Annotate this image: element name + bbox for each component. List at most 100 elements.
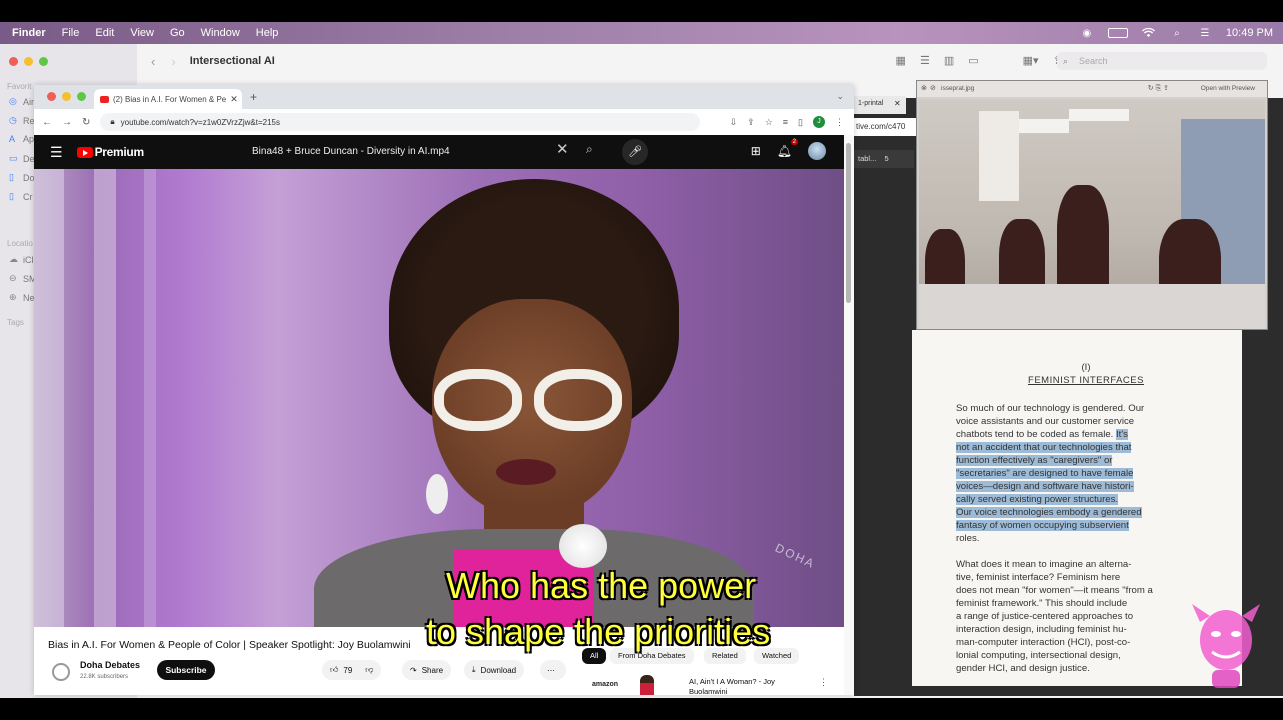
pdf-text-line: fantasy of women occupying subservient bbox=[956, 520, 1129, 531]
pdf-text-line: voice assistants and our customer servic… bbox=[956, 416, 1134, 427]
youtube-premium-logo[interactable]: Premium bbox=[76, 145, 144, 159]
tab-search-chevron-icon[interactable]: ⌄ bbox=[836, 91, 844, 102]
close-tab-icon[interactable]: ✕ bbox=[230, 94, 242, 105]
profile-avatar[interactable]: J bbox=[813, 116, 825, 128]
scrollbar-thumb[interactable] bbox=[846, 143, 851, 303]
forward-chevron-icon[interactable]: › bbox=[171, 54, 175, 69]
sidebar-item-drive[interactable]: ⊖ SM bbox=[9, 273, 37, 284]
minimize-window-button[interactable] bbox=[24, 57, 33, 66]
pdf-highlighted-text[interactable]: function effectively as "caregivers" or bbox=[956, 455, 1113, 466]
video-light-strip bbox=[34, 169, 64, 627]
bookmark-star-icon[interactable]: ☆ bbox=[765, 117, 773, 128]
pdf-highlighted-text[interactable]: fantasy of women occupying subservient bbox=[956, 520, 1129, 531]
sidebar-item-creative-cloud[interactable]: ▯ Cr bbox=[9, 191, 33, 202]
airdrop-icon: ◎ bbox=[9, 96, 17, 106]
like-count: 79 bbox=[343, 665, 353, 675]
pdf-highlighted-text[interactable]: voices—design and software have histori- bbox=[956, 481, 1134, 492]
create-video-icon[interactable]: ⊞ bbox=[751, 144, 761, 158]
download-button[interactable]: ⤓ Download bbox=[464, 660, 525, 680]
sidebar-item-airdrop[interactable]: ◎ Air bbox=[9, 96, 34, 107]
lock-icon[interactable]: 🔒︎ bbox=[110, 117, 114, 127]
thumbs-down-icon[interactable]: 👎︎ bbox=[365, 665, 373, 675]
install-app-icon[interactable]: ⇩ bbox=[730, 117, 738, 128]
sidebar-item-applications[interactable]: A Ap bbox=[9, 134, 34, 144]
pdf-page-number[interactable]: 5 bbox=[884, 154, 888, 163]
sidebar-item-recents[interactable]: ◷ Re bbox=[9, 115, 35, 126]
pdf-highlighted-text[interactable]: "secretaries" are designed to have femal… bbox=[956, 468, 1134, 479]
preview-image-window[interactable]: ⊗ ⊘ isseprat.jpg ↻ ⎘ ⇪ Open with Preview bbox=[916, 80, 1268, 330]
back-arrow-icon[interactable]: ← bbox=[42, 117, 52, 128]
notifications-bell-icon[interactable]: 🔔︎ 2 bbox=[777, 139, 798, 158]
hamburger-menu-icon[interactable]: ☰ bbox=[50, 144, 63, 161]
subscribe-button[interactable]: Subscribe bbox=[157, 660, 215, 680]
zoom-window-button[interactable] bbox=[77, 92, 86, 101]
more-actions-button[interactable]: ⋯ bbox=[540, 660, 566, 680]
fullscreen-icon[interactable]: ⊘ bbox=[930, 84, 936, 92]
close-preview-icon[interactable]: ⊗ bbox=[921, 84, 927, 92]
rotate-icon[interactable]: ↻ ⎘ ⇪ bbox=[1148, 84, 1169, 93]
side-panel-icon[interactable]: ▯ bbox=[798, 117, 803, 128]
new-tab-plus-icon[interactable]: + bbox=[250, 90, 257, 104]
channel-name[interactable]: Doha Debates bbox=[80, 660, 140, 670]
chrome-menu-icon[interactable]: ⋮ bbox=[835, 117, 844, 128]
forward-arrow-icon[interactable]: → bbox=[62, 117, 72, 128]
suggestion-title[interactable]: AI, Ain't I A Woman? - Joy Buolamwini bbox=[689, 677, 809, 695]
sidebar-item-desktop[interactable]: ▭ De bbox=[9, 153, 35, 164]
video-light-strip bbox=[94, 169, 116, 627]
address-bar[interactable]: 🔒︎ youtube.com/watch?v=z1w0ZVrzZjw&t=215… bbox=[100, 113, 701, 131]
reload-icon[interactable]: ↻ bbox=[82, 117, 90, 128]
pdf-highlighted-text[interactable]: Our voice technologies embody a gendered bbox=[956, 507, 1142, 518]
column-view-icon[interactable]: ▥ bbox=[944, 54, 954, 67]
background-address-bar[interactable]: tive.com/c470 bbox=[854, 118, 924, 136]
menu-file[interactable]: File bbox=[54, 27, 88, 39]
finder-search-input[interactable]: ⌕ Search bbox=[1057, 52, 1267, 70]
group-icon[interactable]: ▦▾ bbox=[1023, 54, 1039, 67]
menu-go[interactable]: Go bbox=[162, 27, 193, 39]
like-button[interactable]: 👍︎ 79 👎︎ bbox=[322, 660, 382, 680]
youtube-search-input[interactable]: Bina48 + Bruce Duncan - Diversity in AI.… bbox=[242, 141, 582, 163]
screen-record-icon[interactable]: ◉ bbox=[1080, 27, 1094, 39]
browser-tab-active[interactable]: (2) Bias in A.I. For Women & Pe ✕ bbox=[94, 89, 242, 109]
list-view-icon[interactable]: ☰ bbox=[920, 54, 930, 67]
battery-icon[interactable] bbox=[1107, 28, 1128, 38]
menu-edit[interactable]: Edit bbox=[87, 27, 122, 39]
account-avatar[interactable] bbox=[808, 142, 826, 160]
control-center-icon[interactable]: ☰ bbox=[1198, 27, 1212, 39]
pdf-text-segment: tive, feminist interface? Feminism here bbox=[956, 572, 1121, 583]
share-icon[interactable]: ⇪ bbox=[747, 117, 755, 128]
sidebar-item-network[interactable]: ⊕ Ne bbox=[9, 292, 35, 303]
zoom-window-button[interactable] bbox=[39, 57, 48, 66]
menu-window[interactable]: Window bbox=[193, 27, 248, 39]
search-icon[interactable]: ⌕ bbox=[586, 142, 593, 157]
suggestion-menu-icon[interactable]: ⋮ bbox=[819, 677, 828, 688]
reading-list-icon[interactable]: ≡ bbox=[783, 117, 788, 127]
menu-app-finder[interactable]: Finder bbox=[0, 27, 54, 39]
menu-help[interactable]: Help bbox=[248, 27, 287, 39]
microphone-icon[interactable]: 🎤︎ bbox=[622, 139, 648, 165]
share-button[interactable]: ↷ Share bbox=[402, 660, 452, 680]
page-scrollbar[interactable] bbox=[844, 135, 854, 695]
wifi-icon[interactable] bbox=[1142, 27, 1156, 39]
sidebar-item-documents[interactable]: ▯ Do bbox=[9, 172, 35, 183]
pdf-highlighted-text[interactable]: It's bbox=[1116, 429, 1128, 440]
background-browser-tab[interactable]: 1-printal ✕ bbox=[854, 96, 906, 114]
close-window-button[interactable] bbox=[47, 92, 56, 101]
open-with-preview-button[interactable]: Open with Preview bbox=[1201, 85, 1255, 92]
spotlight-search-icon[interactable]: ⌕ bbox=[1170, 27, 1184, 39]
menubar-clock[interactable]: 10:49 PM bbox=[1226, 27, 1273, 39]
pdf-text-segment: a range of justice-centered approaches t… bbox=[956, 611, 1134, 622]
gallery-view-icon[interactable]: ▭ bbox=[968, 54, 978, 67]
caption-line-2: to shape the priorities bbox=[426, 611, 771, 652]
menu-view[interactable]: View bbox=[122, 27, 162, 39]
close-window-button[interactable] bbox=[9, 57, 18, 66]
pdf-highlighted-text[interactable]: cally served existing power structures. bbox=[956, 494, 1119, 505]
icon-view-icon[interactable]: ▦ bbox=[896, 54, 906, 67]
close-tab-icon[interactable]: ✕ bbox=[894, 99, 901, 108]
pdf-highlighted-text[interactable]: not an accident that our technologies th… bbox=[956, 442, 1132, 453]
minimize-window-button[interactable] bbox=[62, 92, 71, 101]
sidebar-item-icloud[interactable]: ☁ iCl bbox=[9, 254, 34, 265]
clear-search-icon[interactable]: ✕ bbox=[556, 140, 569, 158]
channel-avatar[interactable] bbox=[52, 663, 70, 681]
back-chevron-icon[interactable]: ‹ bbox=[151, 54, 155, 69]
video-player[interactable]: DOHA bbox=[34, 169, 844, 627]
